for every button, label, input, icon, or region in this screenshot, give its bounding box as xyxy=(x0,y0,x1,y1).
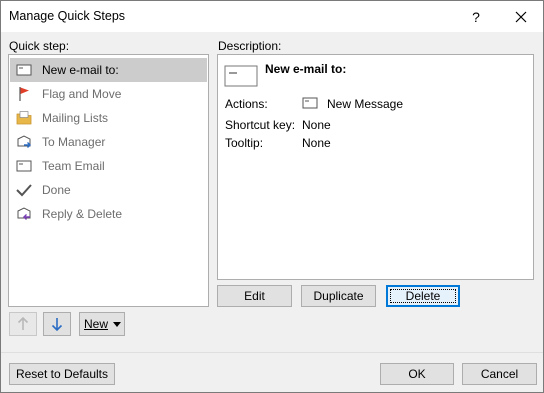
list-item[interactable]: Done xyxy=(10,178,207,202)
description-label: Description: xyxy=(218,39,282,53)
list-item-label: Done xyxy=(42,183,71,197)
email-icon xyxy=(224,65,258,87)
reset-to-defaults-button[interactable]: Reset to Defaults xyxy=(9,363,115,385)
reset-button-label: Reset to Defaults xyxy=(15,367,109,381)
list-item[interactable]: Reply & Delete xyxy=(10,202,207,226)
description-panel: New e-mail to: Actions: New Message Shor… xyxy=(217,54,534,280)
new-button-label: New xyxy=(84,317,109,331)
list-item[interactable]: New e-mail to: xyxy=(10,58,207,82)
list-item[interactable]: To Manager xyxy=(10,130,207,154)
list-item-label: Reply & Delete xyxy=(42,207,123,221)
ok-button[interactable]: OK xyxy=(380,363,454,385)
quick-step-label: Quick step: xyxy=(9,39,70,53)
email-icon xyxy=(16,64,32,76)
manage-quick-steps-dialog: Manage Quick Steps ? Quick step: New e-m… xyxy=(0,0,544,393)
cancel-button-label: Cancel xyxy=(480,367,519,381)
arrow-down-icon xyxy=(51,318,63,331)
cancel-button[interactable]: Cancel xyxy=(462,363,537,385)
list-item-label: New e-mail to: xyxy=(42,63,119,77)
close-button[interactable] xyxy=(501,1,541,32)
arrow-up-icon xyxy=(17,317,29,330)
description-heading: New e-mail to: xyxy=(265,62,347,76)
window-title: Manage Quick Steps xyxy=(9,9,126,23)
list-item-label: Mailing Lists xyxy=(42,111,109,125)
actions-value: New Message xyxy=(327,97,404,111)
close-icon xyxy=(515,11,527,22)
flag-icon xyxy=(19,87,29,101)
duplicate-button-label: Duplicate xyxy=(313,289,364,303)
checkmark-icon xyxy=(16,184,32,197)
duplicate-button[interactable]: Duplicate xyxy=(301,285,376,307)
new-message-icon xyxy=(302,97,318,109)
delete-button[interactable]: Delete xyxy=(386,285,460,307)
list-item-label: Flag and Move xyxy=(42,87,122,101)
list-item[interactable]: Flag and Move xyxy=(10,82,207,106)
actions-label: Actions: xyxy=(225,97,268,111)
chevron-down-icon xyxy=(113,321,122,327)
list-item[interactable]: Team Email xyxy=(10,154,207,178)
list-item-label: To Manager xyxy=(42,135,106,149)
list-item-label: Team Email xyxy=(42,159,105,173)
delete-button-label: Delete xyxy=(405,289,441,303)
email-icon xyxy=(16,160,32,172)
title-bar: Manage Quick Steps ? xyxy=(1,1,543,32)
shortcut-key-label: Shortcut key: xyxy=(225,118,296,132)
quick-step-list[interactable]: New e-mail to: Flag and Move Mailing Lis… xyxy=(8,54,209,307)
move-up-button[interactable] xyxy=(9,312,37,336)
help-button[interactable]: ? xyxy=(456,1,496,32)
reply-delete-icon xyxy=(17,207,31,220)
folder-icon xyxy=(16,111,32,125)
help-icon: ? xyxy=(472,8,480,25)
edit-button[interactable]: Edit xyxy=(217,285,292,307)
edit-button-label: Edit xyxy=(244,289,265,303)
list-item[interactable]: Mailing Lists xyxy=(10,106,207,130)
tooltip-label: Tooltip: xyxy=(225,136,264,150)
ok-button-label: OK xyxy=(408,367,426,381)
forward-to-manager-icon xyxy=(17,135,31,148)
shortcut-key-value: None xyxy=(302,118,331,132)
move-down-button[interactable] xyxy=(43,312,71,336)
tooltip-value: None xyxy=(302,136,331,150)
new-dropdown-button[interactable]: New xyxy=(79,312,125,336)
